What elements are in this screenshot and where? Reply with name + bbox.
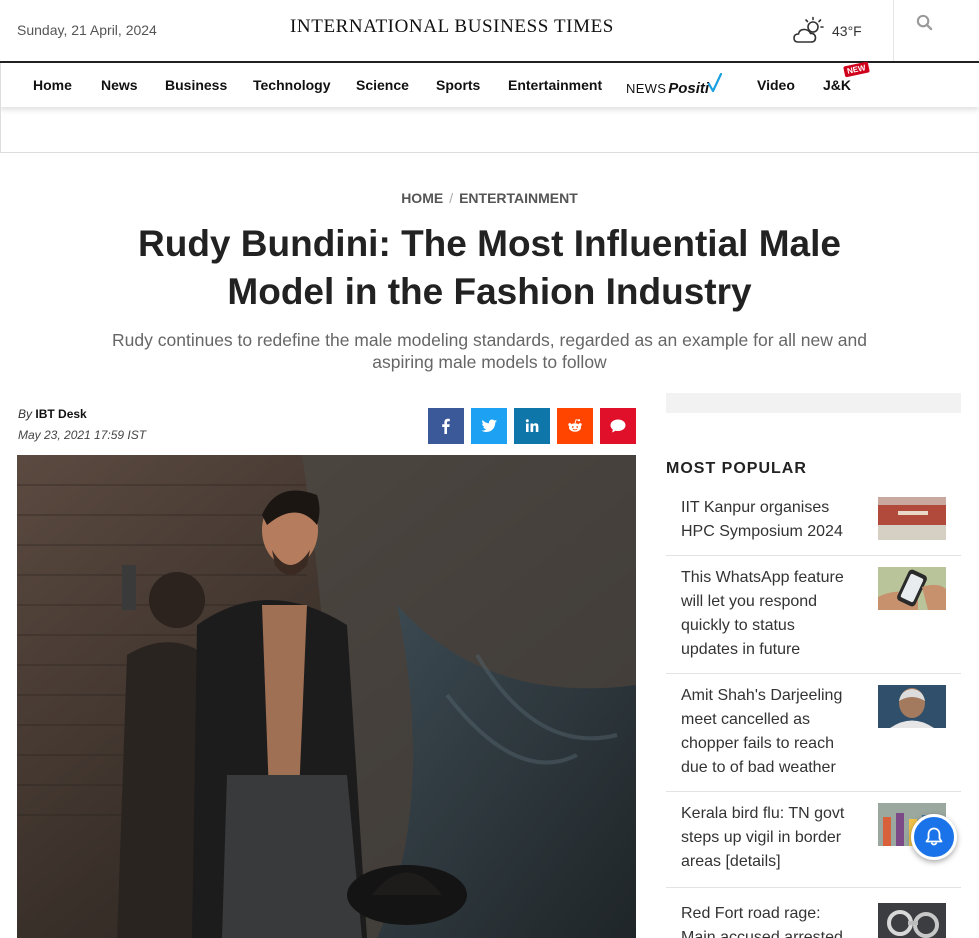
author-name[interactable]: IBT Desk	[35, 407, 86, 421]
weather-widget: 43°F	[792, 16, 862, 46]
cloud-sun-icon	[793, 16, 824, 43]
popular-item[interactable]: This WhatsApp feature will let you respo…	[666, 556, 961, 674]
facebook-icon	[442, 418, 450, 434]
newspositiv-prefix: NEWS	[626, 81, 667, 96]
linkedin-icon	[525, 419, 539, 432]
popular-item-title[interactable]: IIT Kanpur organises HPC Symposium 2024	[681, 496, 856, 544]
share-reddit-button[interactable]	[557, 408, 593, 444]
main-nav: Home News Business Technology Science Sp…	[0, 61, 979, 107]
nav-newspositiv[interactable]: NEWS Positi	[626, 73, 723, 97]
comment-icon	[610, 419, 626, 433]
nav-sports[interactable]: Sports	[436, 77, 480, 93]
ad-strip	[0, 107, 979, 153]
notification-bell-button[interactable]	[911, 814, 957, 860]
nav-news[interactable]: News	[101, 77, 138, 93]
popular-item-title[interactable]: This WhatsApp feature will let you respo…	[681, 566, 856, 662]
popular-item-thumbnail[interactable]	[878, 497, 946, 540]
popular-item[interactable]: IIT Kanpur organises HPC Symposium 2024	[666, 486, 961, 556]
most-popular-list: IIT Kanpur organises HPC Symposium 2024 …	[666, 486, 961, 938]
breadcrumb-section[interactable]: ENTERTAINMENT	[459, 190, 578, 206]
checkmark-icon	[708, 73, 723, 93]
article-title: Rudy Bundini: The Most Influential Male …	[138, 223, 841, 312]
breadcrumb-home[interactable]: HOME	[401, 190, 443, 206]
reddit-icon	[568, 419, 582, 432]
breadcrumb: HOME / ENTERTAINMENT	[0, 190, 979, 206]
popular-item-thumbnail[interactable]	[878, 903, 946, 938]
nav-video[interactable]: Video	[757, 77, 795, 93]
nav-entertainment[interactable]: Entertainment	[508, 77, 602, 93]
nav-business[interactable]: Business	[165, 77, 227, 93]
popular-item[interactable]: Amit Shah's Darjeeling meet cancelled as…	[666, 674, 961, 792]
popular-item-thumbnail[interactable]	[878, 685, 946, 728]
article-subtitle: Rudy continues to redefine the male mode…	[112, 330, 867, 372]
temperature: 43°F	[832, 23, 862, 39]
publish-date: May 23, 2021 17:59 IST	[18, 428, 147, 442]
popular-item-title[interactable]: Red Fort road rage: Main accused arreste…	[681, 902, 856, 938]
nav-technology[interactable]: Technology	[253, 77, 331, 93]
popular-item-title[interactable]: Kerala bird flu: TN govt steps up vigil …	[681, 802, 856, 874]
share-twitter-button[interactable]	[471, 408, 507, 444]
by-label: By	[18, 407, 33, 421]
popular-item[interactable]: Red Fort road rage: Main accused arreste…	[666, 888, 961, 938]
nav-home[interactable]: Home	[33, 77, 72, 93]
site-logo[interactable]: INTERNATIONAL BUSINESS TIMES	[290, 16, 614, 38]
nav-jk[interactable]: J&K	[823, 77, 851, 93]
article-hero-image	[17, 455, 636, 938]
most-popular-heading: MOST POPULAR	[666, 460, 807, 477]
search-button[interactable]	[893, 0, 979, 61]
search-icon	[916, 14, 933, 31]
bell-icon	[925, 827, 943, 846]
comment-button[interactable]	[600, 408, 636, 444]
popular-item-thumbnail[interactable]	[878, 567, 946, 610]
sidebar-ad-placeholder	[666, 393, 961, 413]
new-badge: NEW	[843, 61, 870, 78]
current-date: Sunday, 21 April, 2024	[17, 22, 157, 38]
share-facebook-button[interactable]	[428, 408, 464, 444]
byline: By IBT Desk	[18, 407, 87, 421]
nav-science[interactable]: Science	[356, 77, 409, 93]
breadcrumb-separator: /	[449, 190, 454, 206]
share-linkedin-button[interactable]	[514, 408, 550, 444]
twitter-icon	[481, 419, 497, 432]
newspositiv-word: Positi	[668, 80, 710, 97]
popular-item-title[interactable]: Amit Shah's Darjeeling meet cancelled as…	[681, 684, 856, 780]
site-header: Sunday, 21 April, 2024 INTERNATIONAL BUS…	[0, 0, 979, 63]
